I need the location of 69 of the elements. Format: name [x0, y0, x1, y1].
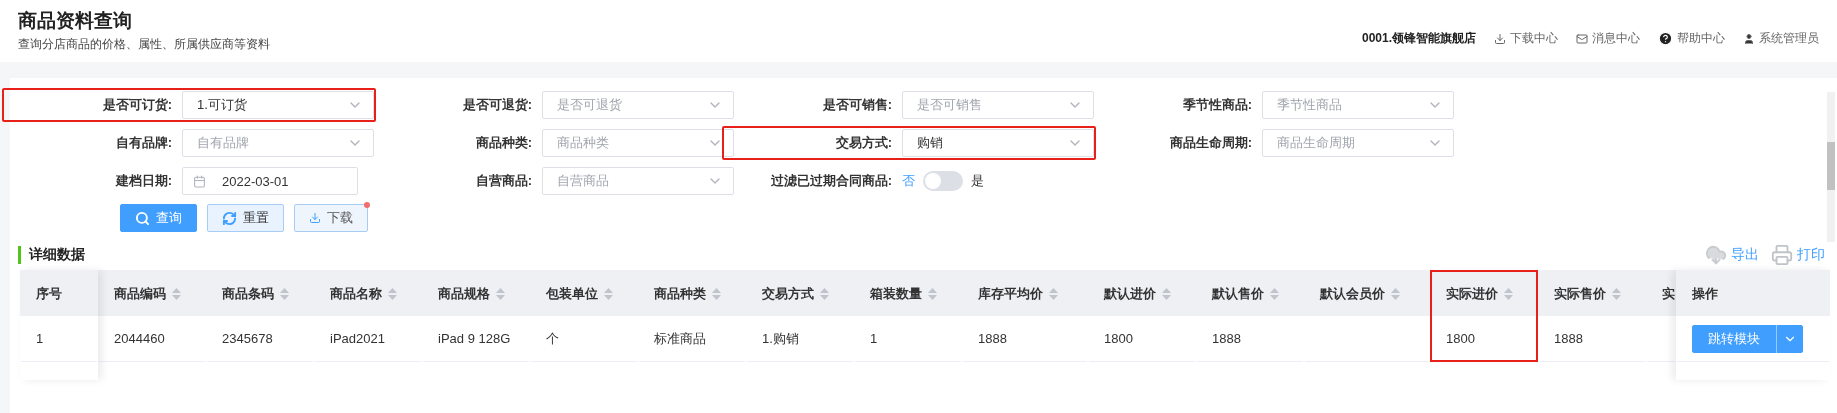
mail-icon: [1576, 32, 1588, 45]
select-field[interactable]: 1.可订货: [182, 91, 374, 119]
sort-icon[interactable]: [928, 288, 937, 300]
sort-icon[interactable]: [1504, 288, 1513, 300]
download-icon: [309, 212, 321, 224]
filter-label: 交易方式:: [834, 134, 893, 152]
filter-label: 是否可订货:: [101, 96, 173, 114]
column-header[interactable]: 商品条码: [206, 270, 314, 316]
scrollbar[interactable]: [1827, 92, 1835, 242]
filter-label: 自营商品:: [474, 172, 533, 190]
column-header[interactable]: 实际进价: [1430, 270, 1538, 316]
sort-icon[interactable]: [496, 288, 505, 300]
printer-icon: [1771, 244, 1793, 266]
date-field[interactable]: 2022-03-01: [182, 167, 358, 195]
column-header[interactable]: 默认进价: [1088, 270, 1196, 316]
sort-icon[interactable]: [604, 288, 613, 300]
filter-label: 是否可销售:: [821, 96, 893, 114]
sort-icon[interactable]: [280, 288, 289, 300]
page-title: 商品资料查询: [18, 9, 133, 33]
sort-icon[interactable]: [1270, 288, 1279, 300]
column-header[interactable]: 商品规格: [422, 270, 530, 316]
column-header[interactable]: 实际售价: [1538, 270, 1646, 316]
sort-icon[interactable]: [820, 288, 829, 300]
filter-label: 建档日期:: [114, 172, 173, 190]
sort-icon[interactable]: [1049, 288, 1058, 300]
sort-icon[interactable]: [712, 288, 721, 300]
refresh-icon: [222, 210, 237, 226]
column-header[interactable]: 商品名称: [314, 270, 422, 316]
filter-label: 过滤已过期合同商品:: [769, 172, 893, 190]
filter-label: 是否可退货:: [461, 96, 533, 114]
cloud-download-icon: [1705, 244, 1727, 266]
column-header[interactable]: 实: [1646, 270, 1676, 316]
select-field[interactable]: 购销: [902, 129, 1094, 157]
calendar-icon: [193, 174, 206, 188]
search-icon: [135, 210, 150, 226]
column-header: 操作: [1676, 270, 1830, 316]
sort-icon[interactable]: [172, 288, 181, 300]
column-header[interactable]: 默认售价: [1196, 270, 1304, 316]
column-header[interactable]: 商品种类: [638, 270, 746, 316]
column-header[interactable]: 包装单位: [530, 270, 638, 316]
filter-label: 自有品牌:: [114, 134, 173, 152]
column-header[interactable]: 库存平均价: [962, 270, 1088, 316]
column-header[interactable]: 序号: [20, 270, 98, 316]
download-icon: [1494, 32, 1506, 45]
header-link[interactable]: 下载中心: [1494, 30, 1558, 47]
sort-icon[interactable]: [1391, 288, 1400, 300]
store-name: 0001.领锋智能旗舰店: [1361, 30, 1476, 47]
sort-icon[interactable]: [1162, 288, 1171, 300]
filter-label: 商品生命周期:: [1168, 134, 1253, 152]
column-header[interactable]: 商品编码: [98, 270, 206, 316]
header-link[interactable]: 消息中心: [1576, 30, 1640, 47]
toggle-switch[interactable]: [923, 171, 963, 191]
help-icon: [1658, 31, 1673, 46]
column-header[interactable]: 默认会员价: [1304, 270, 1430, 316]
header-link[interactable]: 系统管理员: [1743, 30, 1819, 47]
toggle-on-label: 是: [971, 172, 984, 190]
filter-label: 季节性商品:: [1181, 96, 1253, 114]
reset-button[interactable]: 重置: [207, 204, 284, 232]
user-icon: [1743, 32, 1755, 45]
page-subtitle: 查询分店商品的价格、属性、所属供应商等资料: [18, 36, 270, 53]
header-link[interactable]: 帮助中心: [1658, 30, 1725, 47]
column-header[interactable]: 箱装数量: [854, 270, 962, 316]
sort-icon[interactable]: [1612, 288, 1621, 300]
column-header[interactable]: 交易方式: [746, 270, 854, 316]
download-button[interactable]: 下载: [294, 204, 368, 232]
sort-icon[interactable]: [388, 288, 397, 300]
toggle-off-label: 否: [902, 172, 915, 190]
section-title: 详细数据: [18, 246, 85, 264]
filter-label: 商品种类:: [474, 134, 533, 152]
